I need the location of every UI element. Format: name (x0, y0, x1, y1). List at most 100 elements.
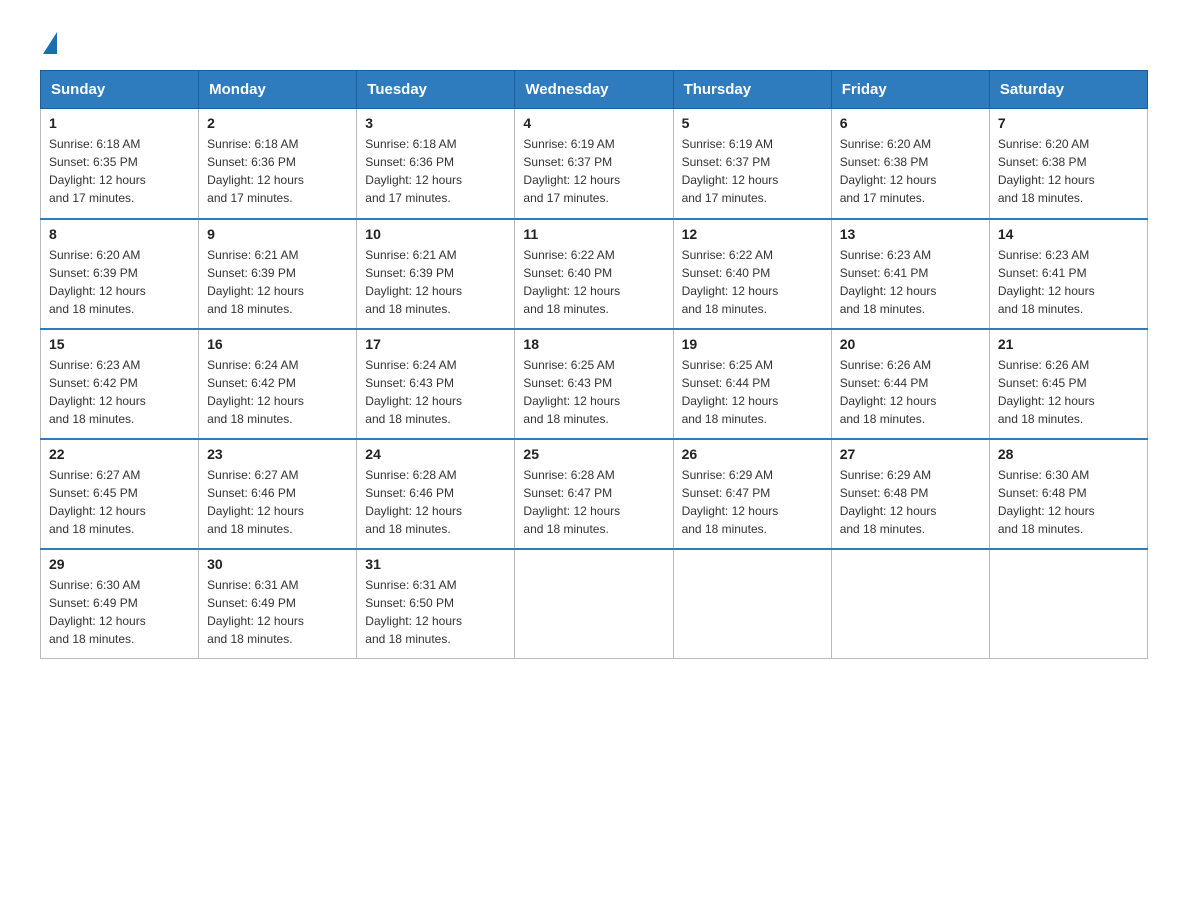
calendar-week-row: 29 Sunrise: 6:30 AMSunset: 6:49 PMDayligh… (41, 549, 1148, 659)
day-number: 12 (682, 226, 823, 242)
day-number: 8 (49, 226, 190, 242)
calendar-day-cell: 26 Sunrise: 6:29 AMSunset: 6:47 PMDayligh… (673, 439, 831, 549)
logo-triangle-icon (43, 32, 57, 54)
day-info: Sunrise: 6:26 AMSunset: 6:45 PMDaylight:… (998, 356, 1139, 428)
calendar-day-cell (673, 549, 831, 659)
day-number: 28 (998, 446, 1139, 462)
day-info: Sunrise: 6:18 AMSunset: 6:36 PMDaylight:… (365, 135, 506, 207)
day-number: 2 (207, 115, 348, 131)
logo (40, 30, 57, 50)
calendar-header-sunday: Sunday (41, 71, 199, 109)
calendar-day-cell (831, 549, 989, 659)
calendar-day-cell: 18 Sunrise: 6:25 AMSunset: 6:43 PMDayligh… (515, 329, 673, 439)
day-info: Sunrise: 6:19 AMSunset: 6:37 PMDaylight:… (523, 135, 664, 207)
day-number: 23 (207, 446, 348, 462)
calendar-day-cell: 31 Sunrise: 6:31 AMSunset: 6:50 PMDayligh… (357, 549, 515, 659)
day-info: Sunrise: 6:23 AMSunset: 6:41 PMDaylight:… (840, 246, 981, 318)
day-info: Sunrise: 6:26 AMSunset: 6:44 PMDaylight:… (840, 356, 981, 428)
day-info: Sunrise: 6:20 AMSunset: 6:38 PMDaylight:… (998, 135, 1139, 207)
day-number: 17 (365, 336, 506, 352)
day-info: Sunrise: 6:21 AMSunset: 6:39 PMDaylight:… (365, 246, 506, 318)
day-number: 22 (49, 446, 190, 462)
day-number: 25 (523, 446, 664, 462)
day-number: 21 (998, 336, 1139, 352)
day-info: Sunrise: 6:20 AMSunset: 6:39 PMDaylight:… (49, 246, 190, 318)
day-number: 31 (365, 556, 506, 572)
calendar-day-cell: 12 Sunrise: 6:22 AMSunset: 6:40 PMDayligh… (673, 219, 831, 329)
day-info: Sunrise: 6:27 AMSunset: 6:46 PMDaylight:… (207, 466, 348, 538)
calendar-day-cell: 23 Sunrise: 6:27 AMSunset: 6:46 PMDayligh… (199, 439, 357, 549)
day-number: 27 (840, 446, 981, 462)
calendar-day-cell: 3Sunrise: 6:18 AMSunset: 6:36 PMDaylight… (357, 109, 515, 219)
day-info: Sunrise: 6:20 AMSunset: 6:38 PMDaylight:… (840, 135, 981, 207)
day-number: 19 (682, 336, 823, 352)
day-info: Sunrise: 6:18 AMSunset: 6:35 PMDaylight:… (49, 135, 190, 207)
day-info: Sunrise: 6:22 AMSunset: 6:40 PMDaylight:… (682, 246, 823, 318)
calendar-day-cell: 4 Sunrise: 6:19 AMSunset: 6:37 PMDaylight… (515, 109, 673, 219)
calendar-day-cell (515, 549, 673, 659)
day-info: Sunrise: 6:18 AMSunset: 6:36 PMDaylight:… (207, 135, 348, 207)
calendar-header-friday: Friday (831, 71, 989, 109)
calendar-day-cell: 22 Sunrise: 6:27 AMSunset: 6:45 PMDayligh… (41, 439, 199, 549)
calendar-header-monday: Monday (199, 71, 357, 109)
day-info: Sunrise: 6:22 AMSunset: 6:40 PMDaylight:… (523, 246, 664, 318)
day-info: Sunrise: 6:28 AMSunset: 6:47 PMDaylight:… (523, 466, 664, 538)
calendar-day-cell: 2 Sunrise: 6:18 AMSunset: 6:36 PMDaylight… (199, 109, 357, 219)
day-info: Sunrise: 6:19 AMSunset: 6:37 PMDaylight:… (682, 135, 823, 207)
calendar-day-cell: 8 Sunrise: 6:20 AMSunset: 6:39 PMDaylight… (41, 219, 199, 329)
calendar-week-row: 8 Sunrise: 6:20 AMSunset: 6:39 PMDaylight… (41, 219, 1148, 329)
calendar-day-cell: 15Sunrise: 6:23 AMSunset: 6:42 PMDayligh… (41, 329, 199, 439)
day-number: 14 (998, 226, 1139, 242)
calendar-header-saturday: Saturday (989, 71, 1147, 109)
calendar-day-cell (989, 549, 1147, 659)
calendar-header-row: SundayMondayTuesdayWednesdayThursdayFrid… (41, 71, 1148, 109)
calendar-header-thursday: Thursday (673, 71, 831, 109)
day-number: 13 (840, 226, 981, 242)
day-info: Sunrise: 6:31 AMSunset: 6:49 PMDaylight:… (207, 576, 348, 648)
calendar-header-wednesday: Wednesday (515, 71, 673, 109)
calendar-week-row: 1 Sunrise: 6:18 AMSunset: 6:35 PMDaylight… (41, 109, 1148, 219)
day-number: 6 (840, 115, 981, 131)
calendar-day-cell: 7 Sunrise: 6:20 AMSunset: 6:38 PMDaylight… (989, 109, 1147, 219)
calendar-day-cell: 5 Sunrise: 6:19 AMSunset: 6:37 PMDaylight… (673, 109, 831, 219)
day-info: Sunrise: 6:27 AMSunset: 6:45 PMDaylight:… (49, 466, 190, 538)
day-info: Sunrise: 6:31 AMSunset: 6:50 PMDaylight:… (365, 576, 506, 648)
calendar-day-cell: 17 Sunrise: 6:24 AMSunset: 6:43 PMDayligh… (357, 329, 515, 439)
day-number: 16 (207, 336, 348, 352)
day-number: 9 (207, 226, 348, 242)
day-number: 7 (998, 115, 1139, 131)
day-number: 18 (523, 336, 664, 352)
day-number: 24 (365, 446, 506, 462)
calendar-day-cell: 16 Sunrise: 6:24 AMSunset: 6:42 PMDayligh… (199, 329, 357, 439)
day-info: Sunrise: 6:25 AMSunset: 6:44 PMDaylight:… (682, 356, 823, 428)
day-info: Sunrise: 6:29 AMSunset: 6:48 PMDaylight:… (840, 466, 981, 538)
calendar-day-cell: 19 Sunrise: 6:25 AMSunset: 6:44 PMDayligh… (673, 329, 831, 439)
day-number: 26 (682, 446, 823, 462)
day-info: Sunrise: 6:21 AMSunset: 6:39 PMDaylight:… (207, 246, 348, 318)
calendar-day-cell: 29 Sunrise: 6:30 AMSunset: 6:49 PMDayligh… (41, 549, 199, 659)
page-header (40, 30, 1148, 50)
day-info: Sunrise: 6:23 AMSunset: 6:41 PMDaylight:… (998, 246, 1139, 318)
day-number: 11 (523, 226, 664, 242)
calendar-day-cell: 10 Sunrise: 6:21 AMSunset: 6:39 PMDayligh… (357, 219, 515, 329)
calendar-week-row: 15Sunrise: 6:23 AMSunset: 6:42 PMDayligh… (41, 329, 1148, 439)
calendar-day-cell: 1 Sunrise: 6:18 AMSunset: 6:35 PMDaylight… (41, 109, 199, 219)
day-number: 1 (49, 115, 190, 131)
day-number: 5 (682, 115, 823, 131)
day-info: Sunrise: 6:30 AMSunset: 6:49 PMDaylight:… (49, 576, 190, 648)
day-number: 10 (365, 226, 506, 242)
calendar-day-cell: 14 Sunrise: 6:23 AMSunset: 6:41 PMDayligh… (989, 219, 1147, 329)
calendar-day-cell: 11 Sunrise: 6:22 AMSunset: 6:40 PMDayligh… (515, 219, 673, 329)
day-info: Sunrise: 6:24 AMSunset: 6:43 PMDaylight:… (365, 356, 506, 428)
day-info: Sunrise: 6:29 AMSunset: 6:47 PMDaylight:… (682, 466, 823, 538)
day-number: 29 (49, 556, 190, 572)
day-info: Sunrise: 6:28 AMSunset: 6:46 PMDaylight:… (365, 466, 506, 538)
day-number: 4 (523, 115, 664, 131)
day-number: 30 (207, 556, 348, 572)
calendar-day-cell: 6 Sunrise: 6:20 AMSunset: 6:38 PMDaylight… (831, 109, 989, 219)
calendar-day-cell: 27 Sunrise: 6:29 AMSunset: 6:48 PMDayligh… (831, 439, 989, 549)
day-info: Sunrise: 6:25 AMSunset: 6:43 PMDaylight:… (523, 356, 664, 428)
calendar-week-row: 22 Sunrise: 6:27 AMSunset: 6:45 PMDayligh… (41, 439, 1148, 549)
day-number: 20 (840, 336, 981, 352)
day-info: Sunrise: 6:24 AMSunset: 6:42 PMDaylight:… (207, 356, 348, 428)
